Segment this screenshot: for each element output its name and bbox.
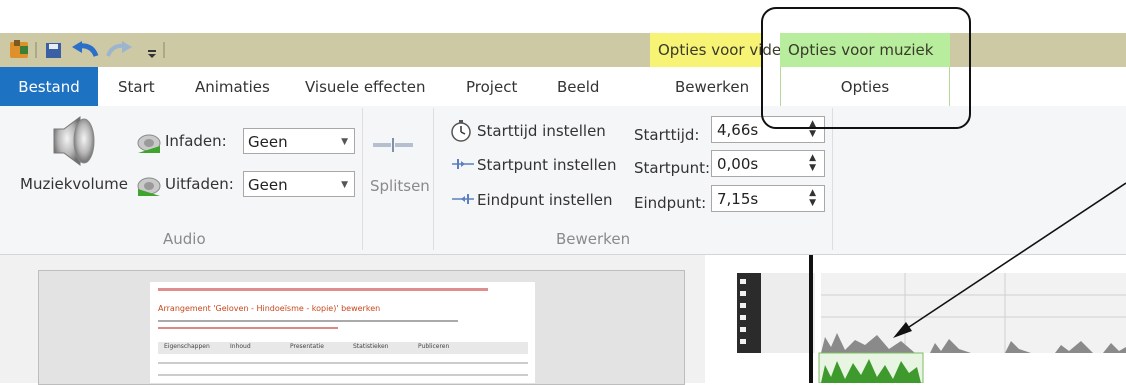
- timeline-clip-icon[interactable]: [705, 255, 1126, 383]
- fade-out-label: Uitfaden:: [165, 175, 234, 193]
- edit-group-label: Bewerken: [556, 230, 631, 248]
- chevron-down-icon: ▼: [341, 137, 348, 147]
- audio-group-label: Audio: [163, 230, 206, 248]
- tab-project[interactable]: Project: [466, 67, 517, 106]
- preview-tab: Publiceren: [418, 343, 450, 350]
- app-icon[interactable]: [10, 40, 28, 58]
- start-time-stepper[interactable]: 4,66s ▲ ▼: [711, 116, 825, 143]
- spinner-arrows-icon[interactable]: ▲ ▼: [809, 188, 816, 208]
- start-point-value: 0,00s: [717, 155, 759, 173]
- preview-breadcrumb: [158, 288, 488, 291]
- fade-out-value: Geen: [248, 176, 288, 194]
- video-options-label: Opties voor video: [658, 41, 791, 59]
- end-point-value: 7,15s: [717, 190, 759, 208]
- customize-dropdown-icon[interactable]: [148, 50, 156, 58]
- save-icon[interactable]: [46, 43, 61, 58]
- start-point-label: Startpunt:: [634, 159, 711, 177]
- spinner-arrows-icon[interactable]: ▲ ▼: [809, 153, 816, 173]
- group-separator: [832, 108, 833, 250]
- fade-in-select[interactable]: Geen ▼: [243, 128, 355, 154]
- preview-tab: Presentatie: [290, 343, 324, 350]
- start-time-label: Starttijd:: [634, 126, 700, 144]
- ribbon-tab-row: Bestand Start Animaties Visuele effecten…: [0, 67, 1126, 107]
- tab-bewerken[interactable]: Bewerken: [675, 67, 749, 106]
- tab-animaties[interactable]: Animaties: [195, 67, 270, 106]
- tab-start[interactable]: Start: [118, 67, 155, 106]
- contextual-tab-video-options: Opties voor video: [650, 33, 791, 67]
- preview-table-header: [158, 362, 528, 364]
- spinner-arrows-icon[interactable]: ▲ ▼: [809, 119, 816, 139]
- preview-tab: Statistieken: [353, 343, 389, 350]
- set-end-point-button[interactable]: Eindpunt instellen: [477, 191, 613, 209]
- preview-tabstrip: Eigenschappen Inhoud Presentatie Statist…: [158, 342, 528, 354]
- fade-out-icon: [137, 177, 161, 196]
- preview-title: Arrangement 'Geloven - Hindoeïsme - kopi…: [158, 304, 381, 313]
- undo-icon[interactable]: [72, 41, 99, 57]
- tab-opties[interactable]: Opties: [780, 67, 950, 107]
- preview-tab: Inhoud: [230, 343, 251, 350]
- tab-beeld[interactable]: Beeld: [557, 67, 599, 106]
- stopwatch-icon: [451, 120, 471, 142]
- set-start-time-button[interactable]: Starttijd instellen: [477, 122, 606, 140]
- redo-icon[interactable]: [106, 41, 132, 57]
- preview-table-row: [158, 374, 528, 376]
- split-button[interactable]: Splitsen: [370, 177, 430, 195]
- set-start-point-button[interactable]: Startpunt instellen: [477, 156, 617, 174]
- tab-bestand[interactable]: Bestand: [0, 67, 98, 106]
- speaker-volume-icon[interactable]: [44, 113, 100, 169]
- preview-tab: Eigenschappen: [164, 343, 210, 350]
- fade-in-icon: [137, 134, 161, 153]
- fade-out-select[interactable]: Geen ▼: [243, 171, 355, 197]
- music-options-label: Opties voor muziek: [788, 41, 934, 59]
- title-bar-fill: [950, 33, 1126, 67]
- quick-access-toolbar: [0, 33, 650, 67]
- end-point-label: Eindpunt:: [634, 194, 707, 212]
- contextual-tab-music-options: Opties voor muziek: [780, 33, 950, 67]
- preview-webpage: Arrangement 'Geloven - Hindoeïsme - kopi…: [150, 282, 535, 383]
- preview-link: [158, 327, 338, 329]
- start-point-icon: [452, 159, 474, 169]
- fade-in-value: Geen: [248, 133, 288, 151]
- start-point-stepper[interactable]: 0,00s ▲ ▼: [711, 150, 825, 177]
- split-icon[interactable]: [373, 138, 413, 152]
- fade-in-label: Infaden:: [165, 132, 227, 150]
- end-point-icon: [452, 194, 474, 204]
- chevron-down-icon: ▼: [341, 180, 348, 190]
- music-volume-label[interactable]: Muziekvolume: [20, 175, 128, 193]
- preview-description: [158, 320, 458, 322]
- group-separator: [433, 108, 434, 250]
- quick-access-icons: [10, 40, 165, 58]
- start-time-value: 4,66s: [717, 121, 759, 139]
- group-separator: [362, 108, 363, 250]
- tab-visuele-effecten[interactable]: Visuele effecten: [305, 67, 425, 106]
- end-point-stepper[interactable]: 7,15s ▲ ▼: [711, 185, 825, 212]
